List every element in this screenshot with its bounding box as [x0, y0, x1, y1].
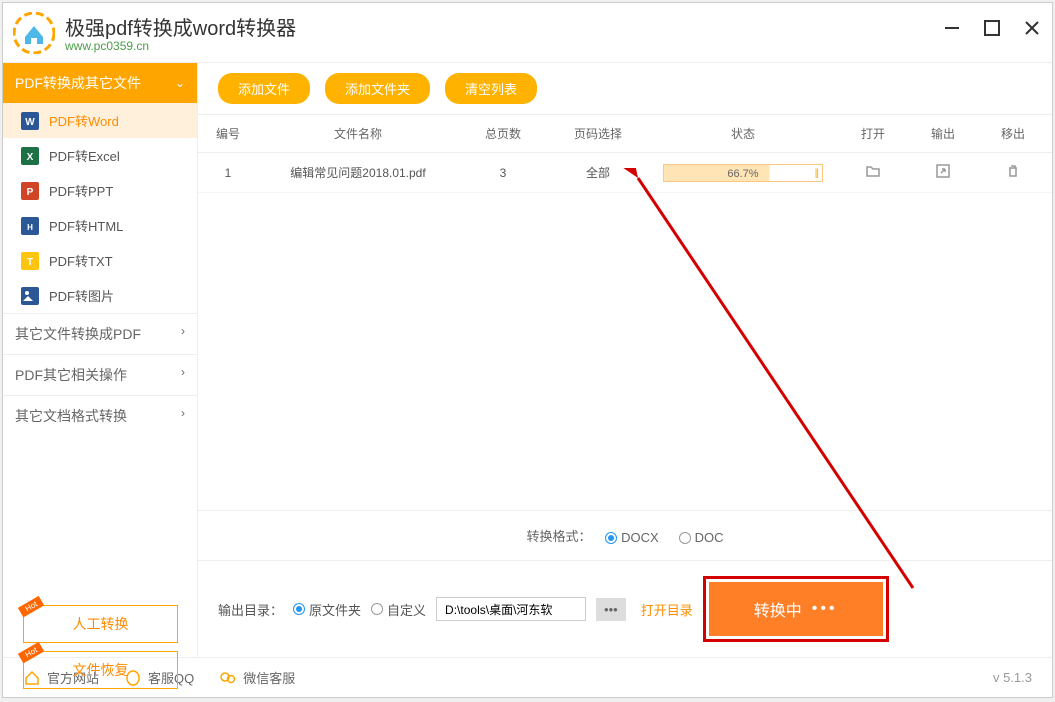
- radio-checked-icon: [605, 532, 617, 544]
- open-folder-icon[interactable]: [838, 153, 908, 192]
- chevron-right-icon: ›: [181, 406, 185, 426]
- radio-checked-icon: [293, 603, 305, 615]
- header-name: 文件名称: [258, 115, 458, 152]
- version-label: v 5.1.3: [993, 670, 1032, 685]
- chevron-down-icon: ⌄: [175, 76, 185, 90]
- sidebar-group-pdf-operations[interactable]: PDF其它相关操作 ›: [3, 354, 197, 395]
- svg-text:X: X: [27, 152, 34, 163]
- header-output: 输出: [908, 115, 978, 152]
- browse-button[interactable]: •••: [596, 598, 626, 621]
- titlebar: 极强pdf转换成word转换器 www.pc0359.cn: [3, 3, 1052, 63]
- cell-pages: 3: [458, 156, 548, 190]
- minimize-button[interactable]: [942, 18, 962, 38]
- output-path-input[interactable]: [436, 597, 586, 621]
- progress-bar[interactable]: 66.7%: [663, 164, 823, 182]
- svg-text:H: H: [27, 223, 33, 232]
- header-select: 页码选择: [548, 115, 648, 152]
- app-title: 极强pdf转换成word转换器: [65, 12, 296, 41]
- header-open: 打开: [838, 115, 908, 152]
- sidebar-category-header[interactable]: PDF转换成其它文件 ⌄: [3, 63, 197, 103]
- image-file-icon: [21, 287, 39, 305]
- sidebar-item-pdf-to-html[interactable]: H PDF转HTML: [3, 208, 197, 243]
- output-icon[interactable]: [908, 153, 978, 192]
- app-logo-icon: [13, 12, 55, 54]
- convert-button[interactable]: 转换中 •••: [709, 582, 883, 636]
- format-doc-radio[interactable]: DOC: [679, 530, 724, 545]
- app-subtitle: www.pc0359.cn: [65, 39, 296, 53]
- output-row: 输出目录： 原文件夹 自定义 ••• 打开目录 转换中 •••: [198, 560, 1052, 657]
- sidebar-item-pdf-to-ppt[interactable]: P PDF转PPT: [3, 173, 197, 208]
- manual-convert-button[interactable]: Hot 人工转换: [23, 605, 178, 643]
- format-row: 转换格式： DOCX DOC: [198, 510, 1052, 561]
- svg-text:T: T: [27, 257, 33, 268]
- format-label: 转换格式：: [526, 529, 591, 544]
- sidebar-item-pdf-to-image[interactable]: PDF转图片: [3, 278, 197, 313]
- hot-badge: Hot: [18, 596, 45, 618]
- svg-text:W: W: [25, 117, 35, 128]
- txt-file-icon: T: [21, 252, 39, 270]
- table-header: 编号 文件名称 总页数 页码选择 状态 打开 输出 移出: [198, 114, 1052, 153]
- sidebar-group-other-formats[interactable]: 其它文档格式转换 ›: [3, 395, 197, 436]
- file-recovery-button[interactable]: Hot 文件恢复: [23, 651, 178, 689]
- annotation-highlight: 转换中 •••: [703, 576, 889, 642]
- output-label: 输出目录：: [218, 600, 283, 619]
- sidebar-item-pdf-to-txt[interactable]: T PDF转TXT: [3, 243, 197, 278]
- open-directory-link[interactable]: 打开目录: [641, 600, 693, 619]
- radio-unchecked-icon: [371, 603, 383, 615]
- hot-badge: Hot: [18, 642, 45, 664]
- output-custom-radio[interactable]: 自定义: [371, 600, 426, 619]
- header-remove: 移出: [978, 115, 1048, 152]
- excel-file-icon: X: [21, 147, 39, 165]
- maximize-button[interactable]: [982, 18, 1002, 38]
- output-original-radio[interactable]: 原文件夹: [293, 600, 361, 619]
- add-folder-button[interactable]: 添加文件夹: [325, 73, 430, 104]
- sidebar-group-other-to-pdf[interactable]: 其它文件转换成PDF ›: [3, 313, 197, 354]
- sidebar-item-pdf-to-excel[interactable]: X PDF转Excel: [3, 138, 197, 173]
- cell-filename: 编辑常见问题2018.01.pdf: [258, 154, 458, 191]
- loading-dots-icon: •••: [812, 600, 838, 618]
- cell-num: 1: [198, 156, 258, 190]
- close-button[interactable]: [1022, 18, 1042, 38]
- header-status: 状态: [648, 115, 838, 152]
- wechat-icon: [219, 669, 237, 687]
- sidebar-item-pdf-to-word[interactable]: W PDF转Word: [3, 103, 197, 138]
- wechat-support-link[interactable]: 微信客服: [219, 668, 295, 687]
- remove-icon[interactable]: [978, 153, 1048, 192]
- toolbar: 添加文件 添加文件夹 清空列表: [198, 63, 1052, 114]
- svg-text:P: P: [27, 187, 34, 198]
- clear-list-button[interactable]: 清空列表: [445, 73, 537, 104]
- word-file-icon: W: [21, 112, 39, 130]
- ppt-file-icon: P: [21, 182, 39, 200]
- cell-page-select[interactable]: 全部: [548, 154, 648, 191]
- main-panel: 添加文件 添加文件夹 清空列表 编号 文件名称 总页数 页码选择 状态 打开 输…: [198, 63, 1052, 657]
- header-num: 编号: [198, 115, 258, 152]
- chevron-right-icon: ›: [181, 365, 185, 385]
- header-pages: 总页数: [458, 115, 548, 152]
- add-file-button[interactable]: 添加文件: [218, 73, 310, 104]
- chevron-right-icon: ›: [181, 324, 185, 344]
- html-file-icon: H: [21, 217, 39, 235]
- radio-unchecked-icon: [679, 532, 691, 544]
- sidebar: PDF转换成其它文件 ⌄ W PDF转Word X PDF转Excel P PD…: [3, 63, 198, 657]
- table-row[interactable]: 1 编辑常见问题2018.01.pdf 3 全部 66.7%: [198, 153, 1052, 193]
- cell-status: 66.7%: [648, 154, 838, 192]
- format-docx-radio[interactable]: DOCX: [605, 530, 659, 545]
